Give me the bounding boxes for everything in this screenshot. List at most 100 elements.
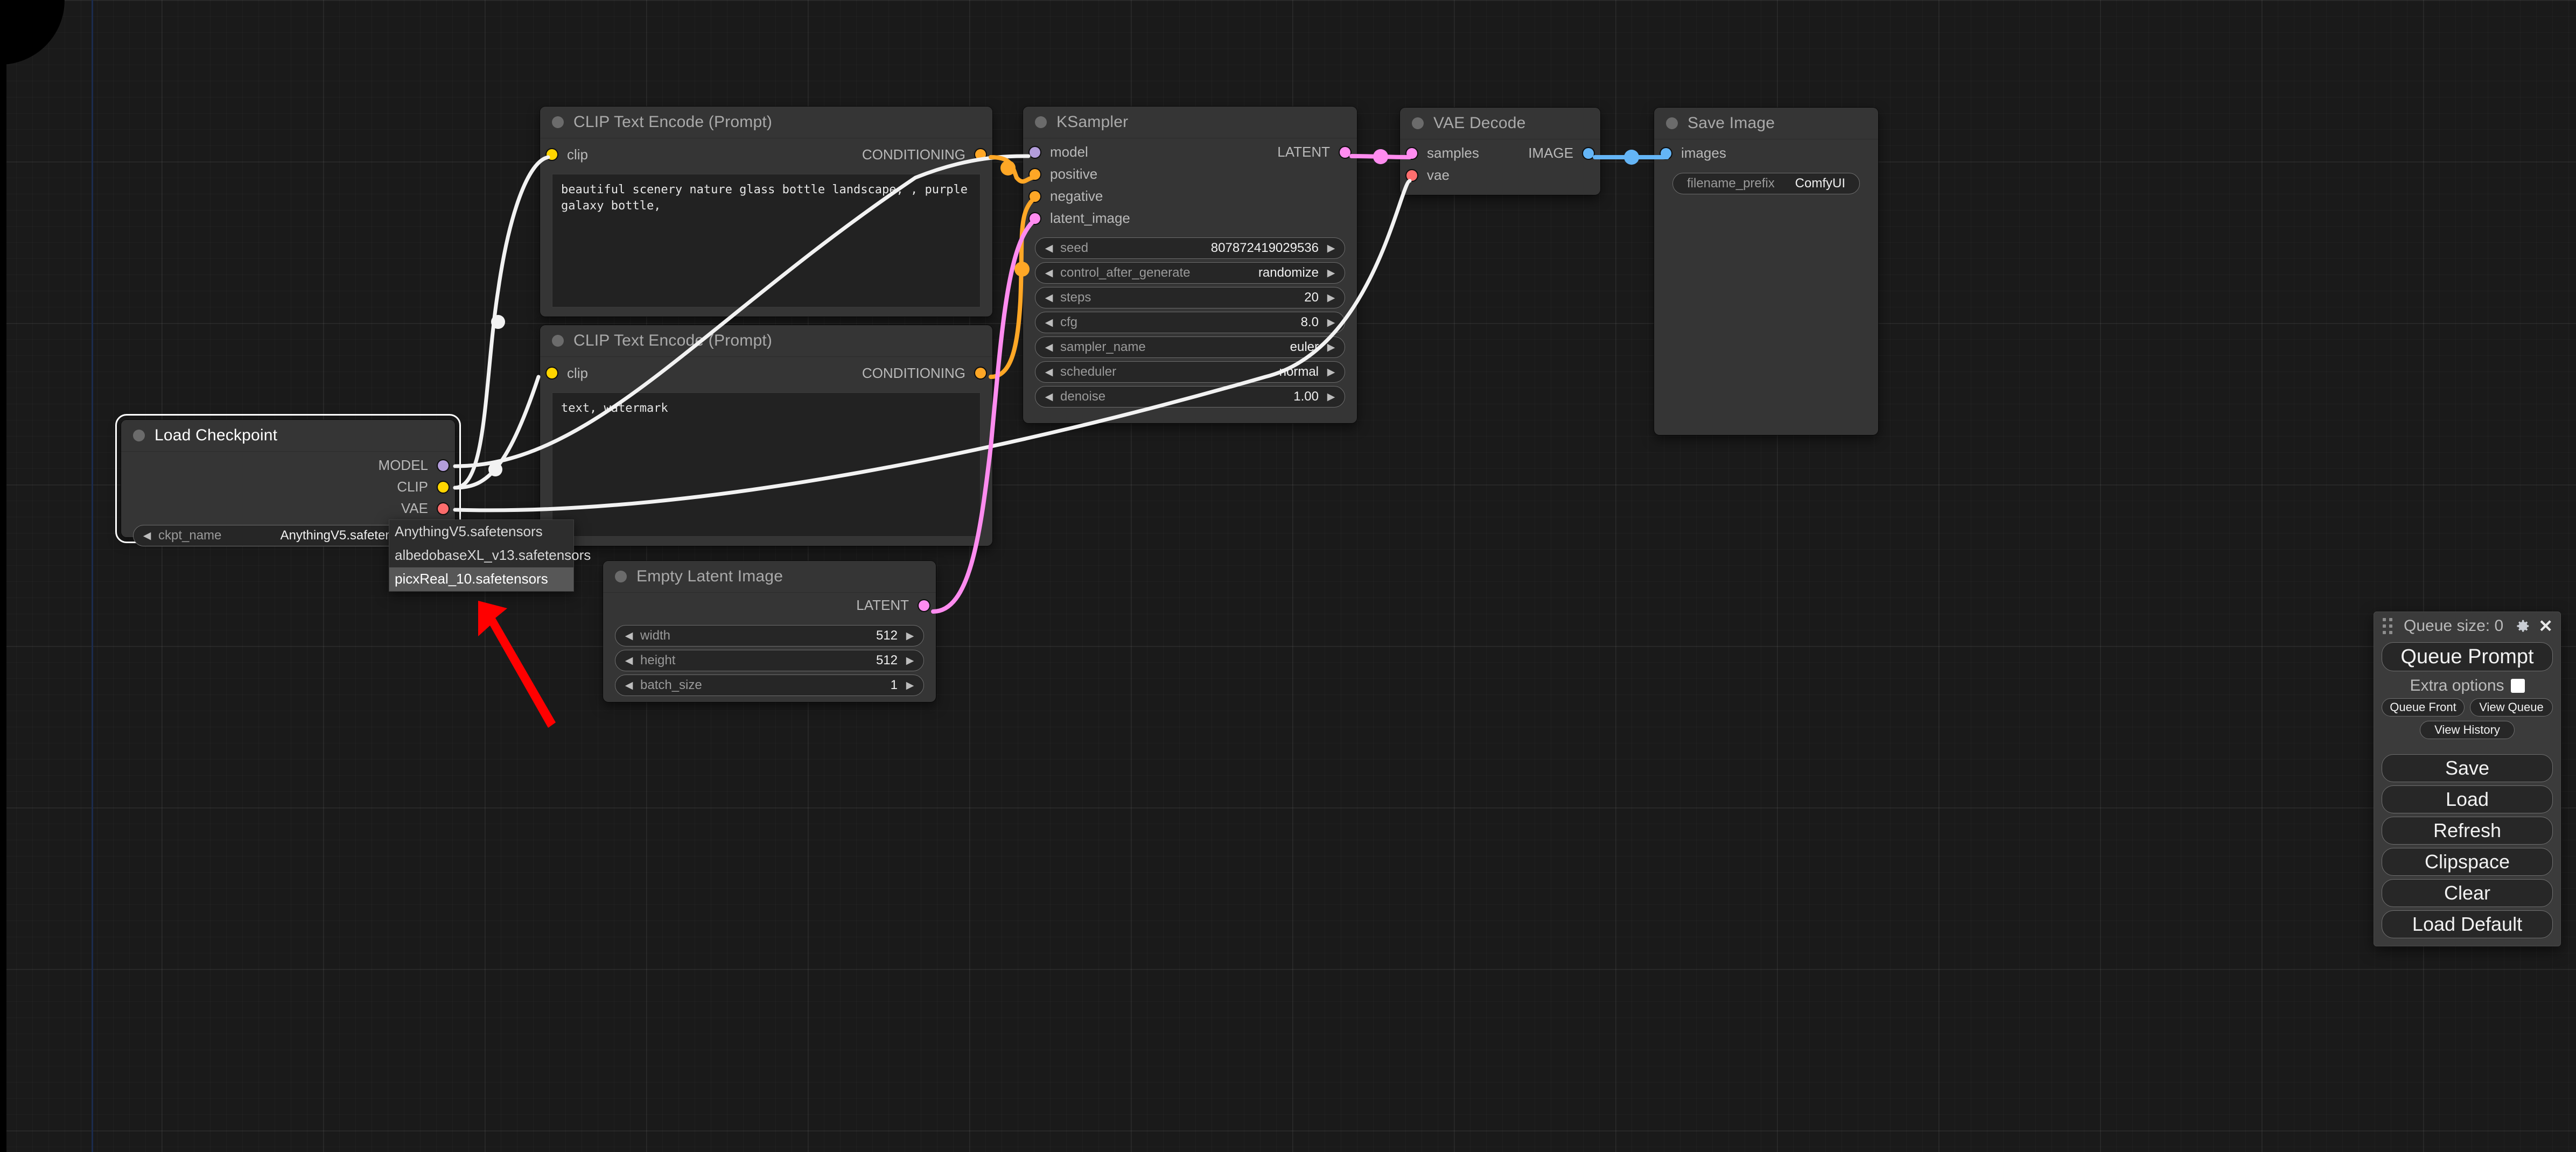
node-empty-latent-image[interactable]: Empty Latent Image LATENT ◀ width 512 ▶ … [603,561,936,702]
image-slot-dot-icon [1661,147,1671,159]
queue-front-button[interactable]: Queue Front [2382,698,2465,717]
graph-canvas[interactable]: CLIP Text Encode (Prompt) clip CONDITION… [0,0,2576,1152]
widget-name: steps [1060,290,1091,305]
collapse-dot-icon[interactable] [1412,117,1424,129]
latent-slot-dot-icon [1406,147,1417,159]
close-icon[interactable]: ✕ [2536,617,2555,635]
input-slot-clip[interactable]: clip [547,362,588,384]
increment-arrow-icon[interactable]: ▶ [901,675,919,696]
collapse-dot-icon[interactable] [133,430,145,441]
prompt-textarea-positive[interactable]: beautiful scenery nature glass bottle la… [552,174,981,307]
decrement-arrow-icon[interactable]: ◀ [620,626,638,646]
node-ksampler[interactable]: KSampler model positive negative latent_… [1023,107,1357,423]
output-slot-clip[interactable]: CLIP [397,479,449,495]
widget-seed[interactable]: ◀ seed 807872419029536 ▶ [1035,237,1345,259]
drag-handle-icon[interactable] [2383,618,2392,634]
input-slot-vae[interactable]: vae [1406,167,1450,184]
decrement-arrow-icon[interactable]: ◀ [1040,387,1058,407]
queue-panel-header[interactable]: Queue size: 0 ✕ [2374,612,2560,640]
input-slot-latent-image[interactable]: latent_image [1030,210,1130,227]
decrement-arrow-icon[interactable]: ◀ [1040,263,1058,283]
increment-arrow-icon[interactable]: ▶ [901,650,919,671]
queue-menu-panel[interactable]: Queue size: 0 ✕ Queue Prompt Extra optio… [2374,612,2561,946]
node-vae-decode[interactable]: VAE Decode samples vae IMAGE [1400,108,1600,195]
clipspace-button[interactable]: Clipspace [2382,848,2553,876]
queue-prompt-button[interactable]: Queue Prompt [2382,642,2553,671]
load-default-button[interactable]: Load Default [2382,910,2553,938]
extra-options-row[interactable]: Extra options [2374,673,2560,698]
collapse-dot-icon[interactable] [552,335,564,347]
widget-cfg[interactable]: ◀ cfg 8.0 ▶ [1035,312,1345,333]
widget-denoise[interactable]: ◀ denoise 1.00 ▶ [1035,386,1345,408]
widget-name: control_after_generate [1060,265,1191,280]
save-button[interactable]: Save [2382,754,2553,782]
dropdown-option-anythingv5[interactable]: AnythingV5.safetensors [389,520,573,544]
output-slot-model[interactable]: MODEL [379,457,449,474]
dropdown-option-albedobasexl[interactable]: albedobaseXL_v13.safetensors [389,544,591,567]
input-slot-samples[interactable]: samples [1406,145,1479,161]
node-title-text: VAE Decode [1433,114,1526,132]
decrement-arrow-icon[interactable]: ◀ [1040,362,1058,382]
decrement-arrow-icon[interactable]: ◀ [620,650,638,671]
collapse-dot-icon[interactable] [1035,116,1047,128]
clear-button[interactable]: Clear [2382,879,2553,907]
input-slot-negative[interactable]: negative [1030,188,1103,205]
increment-arrow-icon[interactable]: ▶ [1322,312,1340,333]
view-queue-button[interactable]: View Queue [2470,698,2553,717]
input-slot-images[interactable]: images [1661,145,1726,161]
output-slot-latent[interactable]: LATENT [1277,144,1350,160]
load-button[interactable]: Load [2382,785,2553,813]
collapse-dot-icon[interactable] [1666,117,1678,129]
increment-arrow-icon[interactable]: ▶ [1322,337,1340,357]
node-title-bar[interactable]: CLIP Text Encode (Prompt) [540,325,992,357]
collapse-dot-icon[interactable] [615,571,627,582]
node-title-bar[interactable]: Save Image [1654,108,1878,139]
increment-arrow-icon[interactable]: ▶ [1322,287,1340,308]
widget-steps[interactable]: ◀ steps 20 ▶ [1035,287,1345,308]
output-slot-latent[interactable]: LATENT [856,597,929,614]
output-slot-image[interactable]: IMAGE [1528,145,1594,161]
decrement-arrow-icon[interactable]: ◀ [1040,287,1058,308]
widget-sampler-name[interactable]: ◀ sampler_name euler ▶ [1035,336,1345,358]
widget-width[interactable]: ◀ width 512 ▶ [615,625,924,647]
output-slot-vae[interactable]: VAE [401,500,449,517]
extra-options-checkbox[interactable] [2510,679,2525,693]
output-slot-conditioning[interactable]: CONDITIONING [862,144,986,165]
input-slot-positive[interactable]: positive [1030,166,1097,182]
view-history-button[interactable]: View History [2420,721,2515,739]
node-save-image[interactable]: Save Image images filename_prefix ComfyU… [1654,108,1878,435]
collapse-dot-icon[interactable] [552,116,564,128]
increment-arrow-icon[interactable]: ▶ [1322,362,1340,382]
widget-scheduler[interactable]: ◀ scheduler normal ▶ [1035,361,1345,383]
node-clip-text-encode-negative[interactable]: CLIP Text Encode (Prompt) clip CONDITION… [540,325,992,546]
input-slot-clip[interactable]: clip [547,144,588,165]
ckpt-name-dropdown[interactable]: AnythingV5.safetensors albedobaseXL_v13.… [389,519,591,592]
prompt-textarea-negative[interactable]: text, watermark [552,392,981,537]
increment-arrow-icon[interactable]: ▶ [1322,387,1340,407]
input-slot-model[interactable]: model [1030,144,1088,160]
node-title-bar[interactable]: CLIP Text Encode (Prompt) [540,107,992,138]
gear-icon[interactable] [2515,618,2531,634]
refresh-button[interactable]: Refresh [2382,817,2553,845]
increment-arrow-icon[interactable]: ▶ [901,626,919,646]
conditioning-slot-dot-icon [975,149,986,160]
decrement-arrow-icon[interactable]: ◀ [1040,337,1058,357]
node-title-bar[interactable]: Load Checkpoint [121,420,455,452]
decrement-arrow-icon[interactable]: ◀ [1040,312,1058,333]
widget-height[interactable]: ◀ height 512 ▶ [615,650,924,671]
node-title-bar[interactable]: KSampler [1023,107,1357,138]
widget-batch-size[interactable]: ◀ batch_size 1 ▶ [615,675,924,696]
node-title-bar[interactable]: Empty Latent Image [603,561,936,593]
node-clip-text-encode-positive[interactable]: CLIP Text Encode (Prompt) clip CONDITION… [540,107,992,317]
increment-arrow-icon[interactable]: ▶ [1322,238,1340,258]
widget-name: batch_size [640,678,702,692]
widget-filename-prefix[interactable]: filename_prefix ComfyUI [1672,173,1860,194]
output-slot-conditioning[interactable]: CONDITIONING [862,362,986,384]
decrement-arrow-icon[interactable]: ◀ [138,525,156,546]
decrement-arrow-icon[interactable]: ◀ [620,675,638,696]
decrement-arrow-icon[interactable]: ◀ [1040,238,1058,258]
widget-control-after-generate[interactable]: ◀ control_after_generate randomize ▶ [1035,262,1345,284]
node-title-bar[interactable]: VAE Decode [1400,108,1600,139]
dropdown-option-picxreal[interactable]: picxReal_10.safetensors [389,567,573,591]
increment-arrow-icon[interactable]: ▶ [1322,263,1340,283]
